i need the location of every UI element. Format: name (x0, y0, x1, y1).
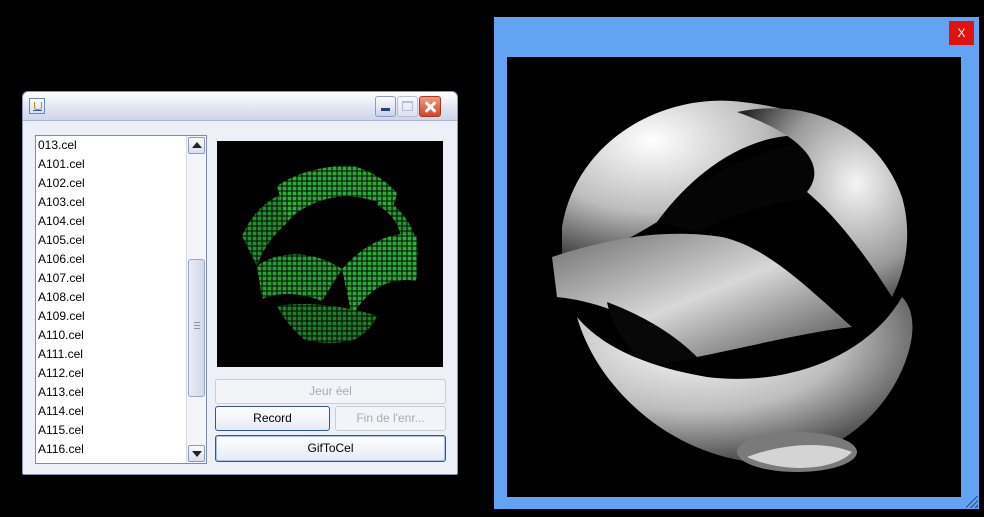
maximize-button[interactable] (397, 96, 418, 117)
list-item[interactable]: A110.cel (36, 326, 186, 345)
list-item[interactable]: A104.cel (36, 212, 186, 231)
vertical-scrollbar[interactable] (186, 136, 206, 463)
java-icon[interactable] (29, 98, 45, 114)
list-item[interactable]: A111.cel (36, 345, 186, 364)
list-item[interactable]: A117.cel (36, 459, 186, 463)
list-item[interactable]: A106.cel (36, 250, 186, 269)
title-bar[interactable] (23, 92, 457, 121)
list-item[interactable]: A109.cel (36, 307, 186, 326)
scroll-down-button[interactable] (188, 445, 205, 462)
render-canvas (507, 57, 961, 497)
led-preview (217, 141, 443, 367)
render-window: X (494, 17, 979, 509)
minimize-button[interactable] (375, 96, 396, 117)
scroll-up-button[interactable] (188, 137, 205, 154)
list-item[interactable]: A116.cel (36, 440, 186, 459)
list-item[interactable]: A108.cel (36, 288, 186, 307)
list-item[interactable]: A112.cel (36, 364, 186, 383)
list-item[interactable]: A107.cel (36, 269, 186, 288)
resize-grip-icon[interactable] (966, 496, 978, 508)
giftocel-button[interactable]: GifToCel (215, 435, 446, 462)
close-button[interactable] (419, 96, 441, 117)
file-list-items: 013.cel A101.cel A102.cel A103.cel A104.cel A… (36, 136, 186, 463)
fin-enregistrement-button[interactable]: Fin de l'enr... (335, 406, 446, 431)
record-button[interactable]: Record (215, 406, 330, 431)
list-item[interactable]: A101.cel (36, 155, 186, 174)
list-item[interactable]: 013.cel (36, 136, 186, 155)
file-list[interactable]: 013.cel A101.cel A102.cel A103.cel A104.cel A… (35, 135, 207, 464)
grip-icon (194, 322, 200, 331)
list-item[interactable]: A114.cel (36, 402, 186, 421)
led-preview-image (242, 165, 418, 343)
sphere-render-image (552, 100, 913, 472)
jeur-button[interactable]: Jeur éel (215, 379, 446, 404)
list-item[interactable]: A103.cel (36, 193, 186, 212)
list-item[interactable]: A113.cel (36, 383, 186, 402)
scroll-thumb[interactable] (188, 259, 205, 397)
app-window: 013.cel A101.cel A102.cel A103.cel A104.cel A… (22, 91, 458, 475)
list-item[interactable]: A105.cel (36, 231, 186, 250)
list-item[interactable]: A115.cel (36, 421, 186, 440)
render-close-button[interactable]: X (949, 21, 974, 45)
list-item[interactable]: A102.cel (36, 174, 186, 193)
